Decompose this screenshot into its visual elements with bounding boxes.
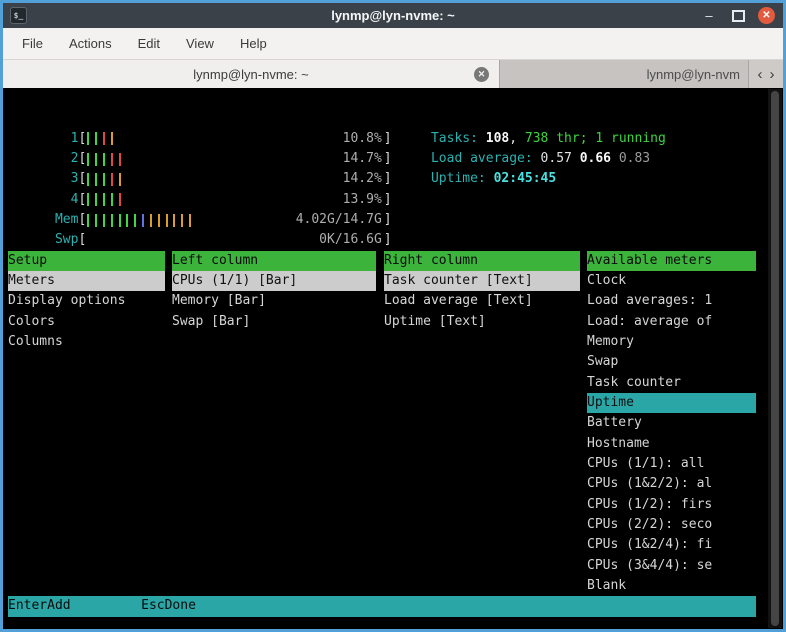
panel-right-column: Right column Task counter [Text] Load av… xyxy=(384,251,580,332)
menu-bar: File Actions Edit View Help xyxy=(3,28,783,60)
setup-item-display-options[interactable]: Display options xyxy=(8,291,165,311)
available-meter-item[interactable]: CPUs (1/1): all xyxy=(587,454,756,474)
panel-left-column: Left column CPUs (1/1) [Bar] Memory [Bar… xyxy=(172,251,376,332)
titlebar[interactable]: $_ lynmp@lyn-nvme: ~ – ✕ xyxy=(3,3,783,28)
tab-active[interactable]: lynmp@lyn-nvme: ~ ✕ xyxy=(3,60,500,88)
meter-caption: Swp xyxy=(55,230,79,250)
setup-item-meters[interactable]: Meters xyxy=(8,271,165,291)
scroll-tabs-left-icon[interactable]: ‹ xyxy=(758,66,763,83)
meter-close-bracket: ] xyxy=(384,232,392,247)
panel-header-right-column: Right column xyxy=(384,251,580,271)
tab-close-icon[interactable]: ✕ xyxy=(474,67,489,82)
available-meter-item[interactable]: Task counter xyxy=(587,373,756,393)
memory-meter: Mem[4.02G/14.7G] xyxy=(8,190,392,210)
panel-header-available-meters: Available meters xyxy=(587,251,756,271)
uptime-meter: Uptime: 02:45:45 xyxy=(384,149,556,169)
close-button[interactable]: ✕ xyxy=(758,7,775,24)
setup-item-columns[interactable]: Columns xyxy=(8,332,165,352)
menu-item-actions[interactable]: Actions xyxy=(56,31,125,56)
meter-open-bracket: [ xyxy=(78,232,86,247)
load-fifteen: 0.83 xyxy=(619,151,650,166)
add-button[interactable]: Add xyxy=(47,596,70,616)
tab-title: lynmp@lyn-nvme: ~ xyxy=(193,67,308,82)
scrollbar[interactable] xyxy=(768,89,782,628)
function-bar-gap xyxy=(71,596,142,616)
uptime-label: Uptime: xyxy=(431,171,494,186)
cpu-meter-2: 2[14.7%] xyxy=(8,129,392,149)
menu-item-edit[interactable]: Edit xyxy=(125,31,173,56)
left-column-item[interactable]: Swap [Bar] xyxy=(172,312,376,332)
scroll-tabs-right-icon[interactable]: › xyxy=(770,66,775,83)
minimize-button[interactable]: – xyxy=(700,7,718,25)
done-button[interactable]: Done xyxy=(165,596,196,616)
maximize-button[interactable] xyxy=(729,7,747,25)
available-meter-item[interactable]: CPUs (2/2): seco xyxy=(587,515,756,535)
available-meter-item[interactable]: Blank xyxy=(587,576,756,596)
menu-item-view[interactable]: View xyxy=(173,31,227,56)
tasks-meter: Tasks: 108, 738 thr; 1 running xyxy=(384,108,666,128)
function-bar: EnterAdd EscDone xyxy=(8,596,756,616)
cpu-meter-1: 1[10.8%] xyxy=(8,108,392,128)
available-meter-item[interactable]: CPUs (3&4/4): se xyxy=(587,556,756,576)
panel-header-left-column: Left column xyxy=(172,251,376,271)
left-column-item[interactable]: Memory [Bar] xyxy=(172,291,376,311)
enter-key[interactable]: Enter xyxy=(8,596,47,616)
right-column-item[interactable]: Task counter [Text] xyxy=(384,271,580,291)
right-column-item[interactable]: Uptime [Text] xyxy=(384,312,580,332)
window-title: lynmp@lyn-nvme: ~ xyxy=(331,8,455,23)
available-meter-item[interactable]: Clock xyxy=(587,271,756,291)
cpu-meter-4: 4[13.9%] xyxy=(8,169,392,189)
available-meter-item[interactable]: CPUs (1/2): firs xyxy=(587,495,756,515)
setup-item-colors[interactable]: Colors xyxy=(8,312,165,332)
menu-item-help[interactable]: Help xyxy=(227,31,280,56)
left-column-item[interactable]: CPUs (1/1) [Bar] xyxy=(172,271,376,291)
uptime-value: 02:45:45 xyxy=(494,171,557,186)
available-meter-item[interactable]: CPUs (1&2/2): al xyxy=(587,474,756,494)
tab-inactive[interactable]: lynmp@lyn-nvm xyxy=(500,60,749,88)
available-meter-item[interactable]: Memory xyxy=(587,332,756,352)
available-meter-item-selected[interactable]: Uptime xyxy=(587,393,756,413)
scrollbar-thumb[interactable] xyxy=(771,91,779,626)
meter-value: 0K/16.6G xyxy=(319,230,382,250)
terminal-viewport[interactable]: 1[10.8%] 2[14.7%] 3[14.2%] 4[13.9%] Mem[… xyxy=(3,88,783,629)
tab-title: lynmp@lyn-nvm xyxy=(647,67,740,82)
available-meter-item[interactable]: Load: average of xyxy=(587,312,756,332)
available-meter-item[interactable]: Battery xyxy=(587,413,756,433)
panel-header-setup: Setup xyxy=(8,251,165,271)
load-five: 0.66 xyxy=(580,151,619,166)
terminal-icon: $_ xyxy=(10,7,27,24)
menu-item-file[interactable]: File xyxy=(9,31,56,56)
tab-bar: lynmp@lyn-nvme: ~ ✕ lynmp@lyn-nvm ‹ › xyxy=(3,60,783,88)
available-meter-item[interactable]: CPUs (1&2/4): fi xyxy=(587,535,756,555)
available-meter-item[interactable]: Hostname xyxy=(587,434,756,454)
available-meter-item[interactable]: Load averages: 1 xyxy=(587,291,756,311)
tab-scroll-controls: ‹ › xyxy=(749,60,783,88)
terminal-window: $_ lynmp@lyn-nvme: ~ – ✕ File Actions Ed… xyxy=(0,0,786,632)
panel-available-meters: Available meters Clock Load averages: 1 … xyxy=(587,251,756,597)
right-column-item[interactable]: Load average [Text] xyxy=(384,291,580,311)
cpu-meter-3: 3[14.2%] xyxy=(8,149,392,169)
panel-setup: Setup Meters Display options Colors Colu… xyxy=(8,251,165,353)
esc-key[interactable]: Esc xyxy=(141,596,164,616)
available-meter-item[interactable]: Swap xyxy=(587,352,756,372)
load-average-meter: Load average: 0.57 0.66 0.83 xyxy=(384,129,650,149)
window-controls: – ✕ xyxy=(700,7,775,25)
swap-meter: Swp[0K/16.6G] xyxy=(8,210,392,230)
maximize-icon xyxy=(732,10,745,22)
